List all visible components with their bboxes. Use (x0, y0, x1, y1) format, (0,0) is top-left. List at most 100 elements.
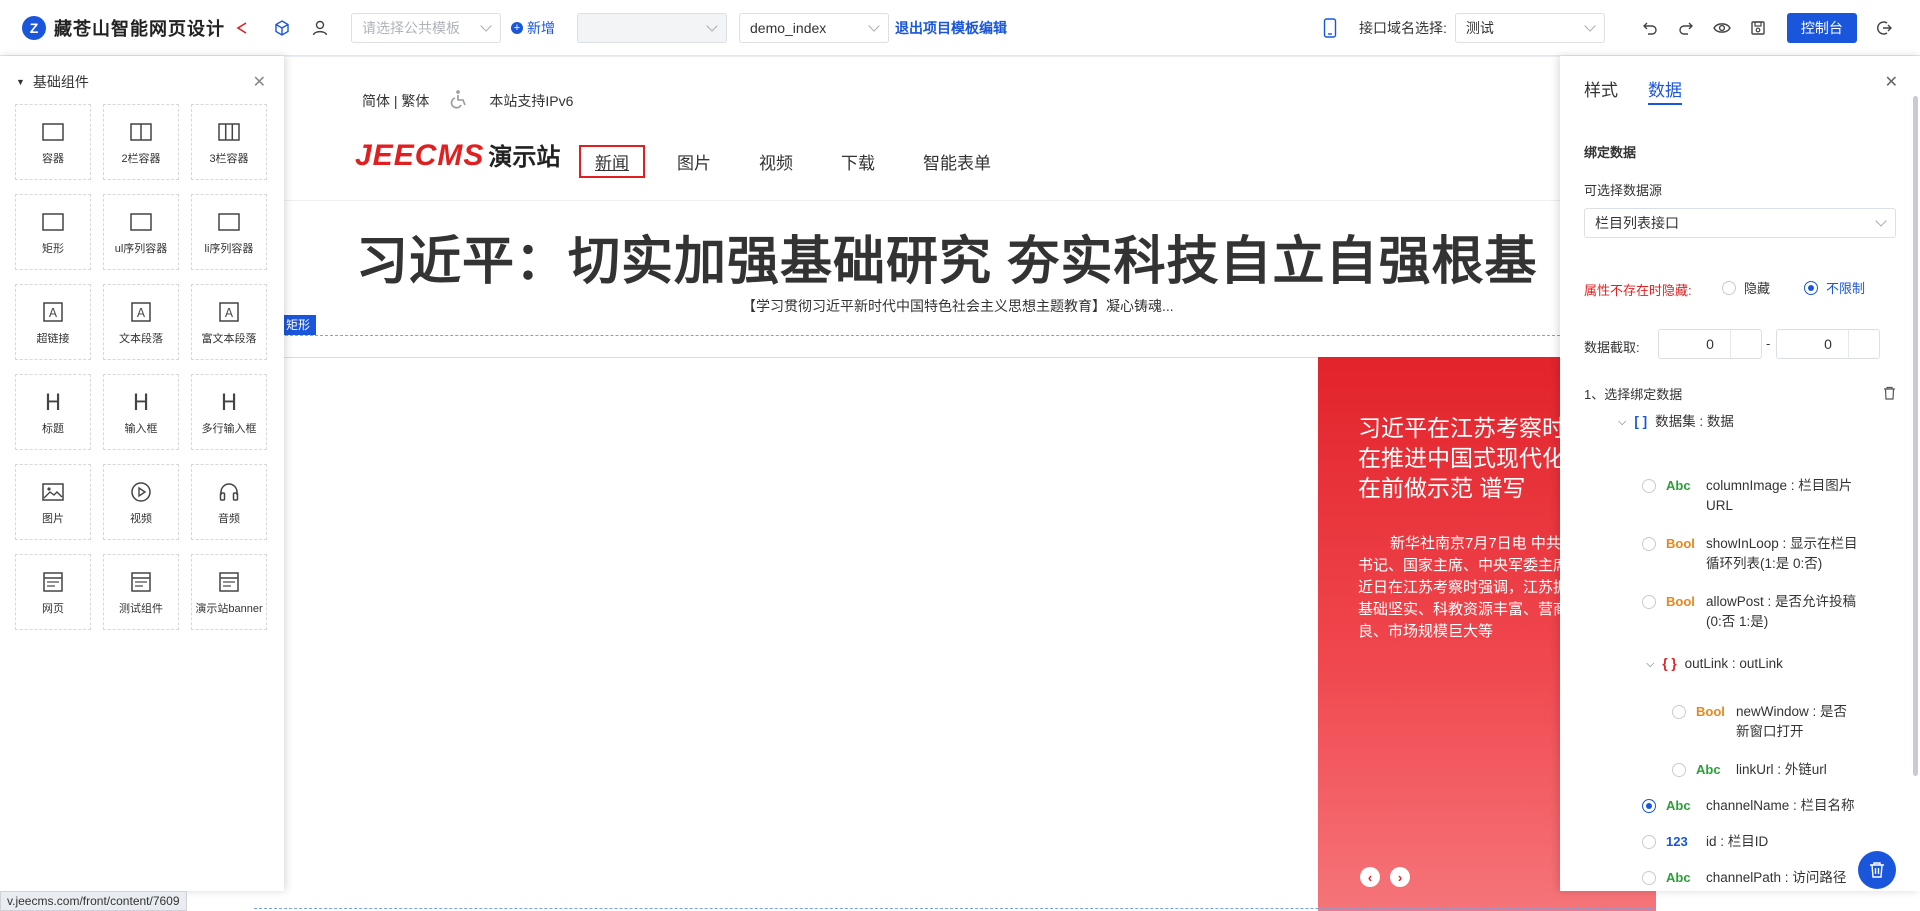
tree-field[interactable]: Abc channelName : 栏目名称 (1642, 796, 1860, 816)
field-label: channelName : 栏目名称 (1706, 798, 1855, 813)
component-ul-list[interactable]: ul序列容器 (103, 194, 179, 270)
user-icon[interactable] (309, 17, 331, 39)
console-button[interactable]: 控制台 (1786, 12, 1857, 43)
exit-template-edit-link[interactable]: 退出项目模板编辑 (895, 18, 1007, 38)
secondary-select[interactable] (577, 12, 727, 43)
tree-dataset[interactable]: ⌵ [ ] 数据集 : 数据 (1618, 412, 1734, 432)
delete-fab-button[interactable] (1858, 851, 1896, 889)
field-radio[interactable] (1642, 595, 1656, 609)
component-panel-header[interactable]: ▼ 基础组件 (16, 72, 89, 92)
component-audio[interactable]: 音频 (191, 464, 267, 540)
tree-field[interactable]: Abc channelPath : 访问路径 (1642, 868, 1860, 888)
component-three-column[interactable]: 3栏容器 (191, 104, 267, 180)
component-textarea[interactable]: H 多行输入框 (191, 374, 267, 450)
field-radio[interactable] (1672, 705, 1686, 719)
svg-text:H: H (133, 391, 150, 413)
cube-icon[interactable] (271, 17, 293, 39)
field-radio[interactable] (1642, 537, 1656, 551)
tree-field[interactable]: Abc columnImage : 栏目图片URL (1642, 476, 1860, 516)
field-radio[interactable] (1642, 479, 1656, 493)
textarea-icon: H (219, 389, 239, 415)
radio-hide[interactable] (1722, 280, 1736, 295)
component-rich-text[interactable]: A 富文本段落 (191, 284, 267, 360)
nav-item-smart-form[interactable]: 智能表单 (923, 149, 991, 174)
add-template-button[interactable]: + 新增 (511, 18, 555, 38)
mobile-icon[interactable] (1319, 17, 1341, 39)
close-icon[interactable]: ✕ (1885, 72, 1898, 92)
hide-missing-label: 属性不存在时隐藏: (1584, 283, 1692, 298)
slice-end-input[interactable]: 0 (1776, 329, 1880, 359)
component-hyperlink[interactable]: A 超链接 (15, 284, 91, 360)
slice-start-input[interactable]: 0 (1658, 329, 1762, 359)
panel-scrollbar[interactable] (1913, 96, 1918, 776)
outlink-label: outLink : outLink (1684, 656, 1783, 671)
preview-icon[interactable] (1711, 17, 1733, 39)
site-nav: 新闻 图片 视频 下载 智能表单 (579, 145, 991, 178)
component-image[interactable]: 图片 (15, 464, 91, 540)
site-logo-brand: JEECMS (355, 139, 485, 172)
radio-unlimited[interactable] (1804, 280, 1818, 295)
component-li-list[interactable]: li序列容器 (191, 194, 267, 270)
language-switch[interactable]: 简体 | 繁体 (362, 91, 429, 111)
page-select[interactable]: demo_index (739, 12, 889, 43)
field-radio[interactable] (1672, 763, 1686, 777)
field-radio[interactable] (1642, 835, 1656, 849)
data-source-label: 可选择数据源 (1584, 183, 1663, 198)
nav-item-images[interactable]: 图片 (677, 149, 711, 174)
tab-style[interactable]: 样式 (1584, 76, 1618, 105)
data-source-select[interactable]: 栏目列表接口 (1584, 208, 1896, 238)
component-panel-title: 基础组件 (32, 74, 89, 90)
chevron-down-icon (706, 19, 718, 32)
headline[interactable]: 习近平：切实加强基础研究 夯实科技自立自强根基 (356, 219, 1537, 294)
hide-radio[interactable]: 隐藏 (1722, 278, 1770, 297)
tree-field[interactable]: Abc linkUrl : 外链url (1672, 760, 1860, 780)
chevron-down-icon (868, 19, 880, 32)
component-two-column[interactable]: 2栏容器 (103, 104, 179, 180)
nav-item-downloads[interactable]: 下载 (841, 149, 875, 174)
undo-icon[interactable] (1639, 17, 1661, 39)
redo-icon[interactable] (1675, 17, 1697, 39)
object-bracket-icon: { } (1662, 656, 1677, 671)
component-banner[interactable]: 演示站banner (191, 554, 267, 630)
chevron-down-icon (1875, 215, 1887, 227)
rectangle-tag[interactable]: 矩形 (280, 315, 317, 335)
component-label: 标题 (42, 422, 64, 435)
unlimited-radio[interactable]: 不限制 (1804, 278, 1865, 297)
status-url: v.jeecms.com/front/content/7609 (0, 891, 187, 911)
field-radio[interactable] (1642, 799, 1656, 813)
caret-down-icon: ⌵ (1646, 658, 1655, 670)
tree-field[interactable]: Bool allowPost : 是否允许投稿(0:否 1:是) (1642, 592, 1860, 632)
field-radio[interactable] (1642, 871, 1656, 885)
tab-data[interactable]: 数据 (1648, 76, 1682, 105)
domain-select[interactable]: 测试 (1454, 12, 1605, 43)
select-bind-step: 1、选择绑定数据 (1584, 387, 1683, 402)
component-input[interactable]: H 输入框 (103, 374, 179, 450)
two-column-icon (129, 119, 153, 145)
tree-field[interactable]: Bool showInLoop : 显示在栏目循环列表(1:是 0:否) (1642, 534, 1860, 574)
tree-outlink[interactable]: ⌵ { } outLink : outLink (1646, 654, 1783, 674)
close-icon[interactable]: ✕ (253, 72, 266, 92)
banner-prev-icon[interactable]: ‹ (1360, 867, 1380, 887)
component-webpage[interactable]: 网页 (15, 554, 91, 630)
component-container[interactable]: 容器 (15, 104, 91, 180)
component-heading[interactable]: H 标题 (15, 374, 91, 450)
field-label: showInLoop : 显示在栏目循环列表(1:是 0:否) (1706, 536, 1858, 571)
template-select[interactable]: 请选择公共模板 (351, 12, 501, 43)
top-toolbar: Z 藏苍山智能网页设计 请选择公共模板 + 新增 demo_index 退出项目… (0, 0, 1920, 56)
component-test-component[interactable]: 测试组件 (103, 554, 179, 630)
accessibility-icon[interactable] (449, 89, 469, 112)
component-rectangle[interactable]: 矩形 (15, 194, 91, 270)
tree-field[interactable]: 123 id : 栏目ID (1642, 832, 1860, 852)
trash-icon[interactable] (1883, 386, 1896, 403)
component-text-paragraph[interactable]: A 文本段落 (103, 284, 179, 360)
component-video[interactable]: 视频 (103, 464, 179, 540)
nav-item-news[interactable]: 新闻 (579, 145, 645, 178)
site-logo[interactable]: JEECMS 演示站 (355, 137, 560, 173)
tree-field[interactable]: Bool newWindow : 是否新窗口打开 (1672, 702, 1860, 742)
banner-next-icon[interactable]: › (1390, 867, 1410, 887)
subheadline[interactable]: 【学习贯彻习近平新时代中国特色社会主义思想主题教育】凝心铸魂... (742, 296, 1174, 316)
logout-icon[interactable] (1873, 17, 1895, 39)
save-icon[interactable] (1747, 17, 1769, 39)
flag-icon[interactable] (231, 17, 253, 39)
nav-item-videos[interactable]: 视频 (759, 149, 793, 174)
